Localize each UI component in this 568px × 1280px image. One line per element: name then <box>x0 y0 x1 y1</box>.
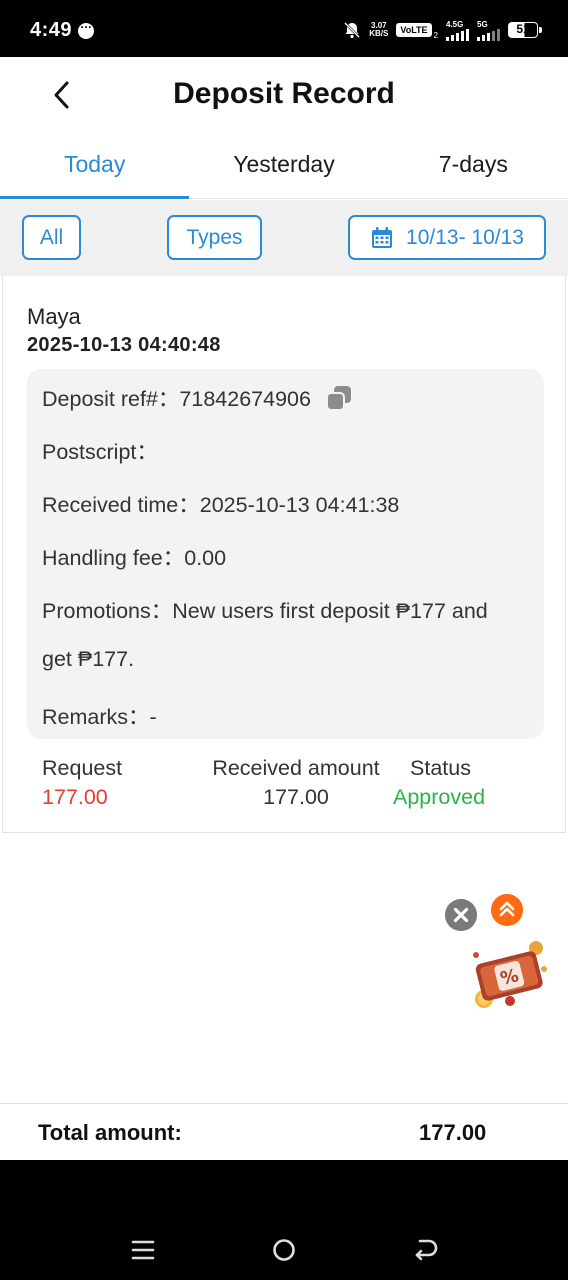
app-screen: Deposit Record Today Yesterday 7-days Al… <box>0 57 568 1160</box>
handling-fee-value: 0.00 <box>184 546 227 570</box>
clock: 4:49 <box>30 19 73 41</box>
received-amount-label: Received amount <box>212 756 380 780</box>
filter-all-button[interactable]: All <box>22 215 81 260</box>
page-title: Deposit Record <box>173 77 395 110</box>
total-amount-label: Total amount: <box>38 1120 182 1145</box>
deposit-record-card: Maya 2025-10-13 04:40:48 Deposit ref#：71… <box>2 276 566 833</box>
network-type-1: 4.5G <box>446 19 464 29</box>
request-label: Request <box>42 756 123 780</box>
deposit-ref-value: 71842674906 <box>179 387 311 411</box>
payment-method: Maya <box>27 304 81 329</box>
system-navigation-bar <box>0 1160 568 1280</box>
network-speed: 3.07 KB/S <box>369 22 388 38</box>
received-amount-value: 177.00 <box>263 785 329 809</box>
network-type-2: 5G <box>477 19 488 29</box>
status-label: Status <box>410 756 471 780</box>
promotions-row-cont: get ₱177. <box>42 647 134 672</box>
received-time-label: Received time： <box>42 493 200 517</box>
network-speed-unit: KB/S <box>369 29 389 38</box>
received-time-value: 2025-10-13 04:41:38 <box>199 493 400 517</box>
signal-bars-icon <box>446 28 469 41</box>
battery-icon: 51 <box>508 22 542 38</box>
date-tabs: Today Yesterday 7-days <box>0 137 568 199</box>
tab-yesterday[interactable]: Yesterday <box>189 137 378 198</box>
filter-types-button[interactable]: Types <box>167 215 262 260</box>
record-datetime: 2025-10-13 04:40:48 <box>27 334 221 356</box>
bell-muted-icon <box>344 22 361 39</box>
copy-icon[interactable] <box>325 384 353 412</box>
request-value: 177.00 <box>42 785 108 809</box>
handling-fee-row: Handling fee：0.00 <box>42 541 226 572</box>
deposit-ref-row: Deposit ref#：71842674906 <box>42 382 353 413</box>
date-range-button[interactable]: 10/13- 10/13 <box>348 215 546 260</box>
totals-bar: Total amount: 177.00 <box>0 1103 568 1160</box>
deposit-ref-label: Deposit ref#： <box>42 387 180 411</box>
tab-7-days[interactable]: 7-days <box>379 137 568 198</box>
remarks-label: Remarks： <box>42 705 150 729</box>
signal-1: 4.5G <box>446 20 469 41</box>
recent-apps-icon[interactable] <box>128 1235 158 1265</box>
promotions-row: Promotions：New users first deposit ₱177 … <box>42 594 488 625</box>
postscript-label: Postscript： <box>42 440 158 464</box>
promotion-coupon-icon[interactable]: % <box>464 935 554 1015</box>
back-icon[interactable] <box>411 1235 441 1265</box>
scroll-to-top-icon[interactable] <box>491 894 523 926</box>
handling-fee-label: Handling fee： <box>42 546 185 570</box>
volte-badge: VoLTE <box>396 23 432 37</box>
close-icon[interactable] <box>445 899 477 931</box>
promotions-label: Promotions： <box>42 599 173 623</box>
signal-bars-icon <box>477 28 500 41</box>
total-amount-value: 177.00 <box>419 1120 487 1145</box>
header: Deposit Record <box>0 57 568 133</box>
tab-today[interactable]: Today <box>0 137 190 199</box>
promotions-value-line-1: New users first deposit ₱177 and <box>172 599 488 623</box>
battery-level: 51 <box>516 22 530 36</box>
postscript-row: Postscript： <box>42 435 158 466</box>
record-details-panel: Deposit ref#：71842674906 Postscript： Rec… <box>27 369 544 739</box>
filter-bar: All Types 10/13- 10/13 <box>0 200 568 276</box>
status-icons: 3.07 KB/S VoLTE 2 4.5G 5G 51 <box>343 18 542 42</box>
request-column: Request 177.00 <box>42 756 182 810</box>
status-badge: Approved <box>393 785 486 809</box>
promotions-value-line-2: get ₱177. <box>42 647 135 671</box>
status-column: Status Approved <box>393 756 513 810</box>
message-notification-icon <box>78 17 94 39</box>
remarks-value: - <box>149 705 157 729</box>
home-icon[interactable] <box>269 1235 299 1265</box>
received-time-row: Received time：2025-10-13 04:41:38 <box>42 488 399 519</box>
status-bar: 4:49 3.07 KB/S VoLTE 2 4.5G 5G 51 <box>0 0 568 57</box>
received-amount-column: Received amount 177.00 <box>201 756 391 810</box>
date-range-label: 10/13- 10/13 <box>406 225 524 249</box>
calendar-icon <box>372 226 393 248</box>
remarks-row: Remarks：- <box>42 700 157 731</box>
signal-2: 5G <box>477 20 500 41</box>
sim-slot: 2 <box>433 30 438 40</box>
